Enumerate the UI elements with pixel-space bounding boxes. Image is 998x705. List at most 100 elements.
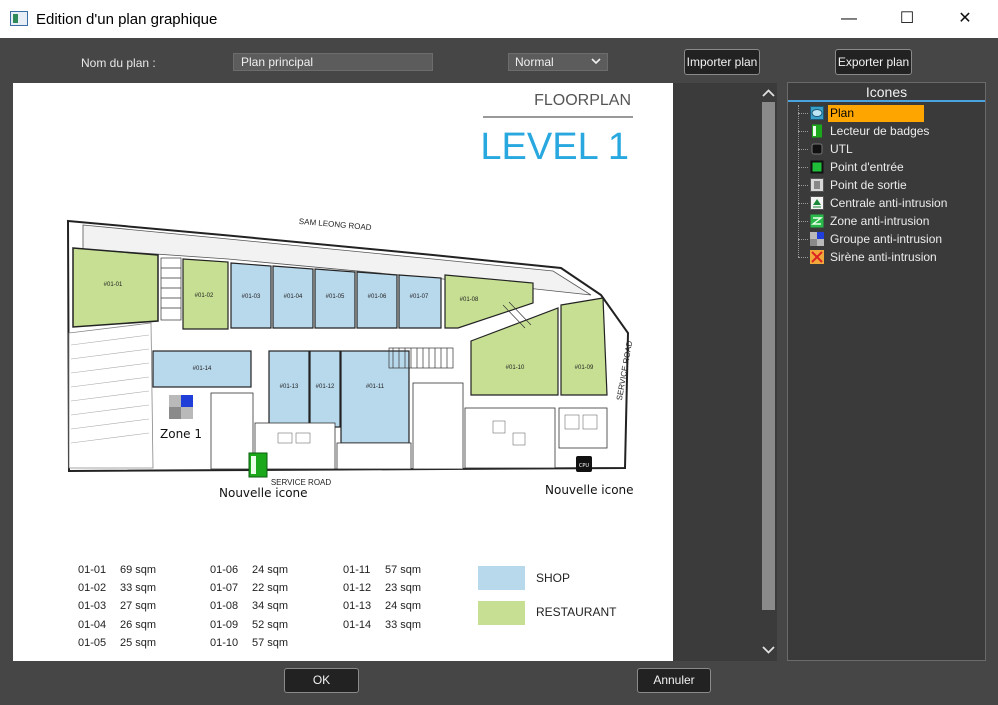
area-size: 23 sqm xyxy=(385,582,422,594)
plan-canvas[interactable]: FLOORPLAN LEVEL 1 SAM LEONG ROAD #01-01 … xyxy=(13,83,673,661)
tree-dash xyxy=(798,203,808,204)
area-size: 57 sqm xyxy=(252,637,289,649)
badge-reader-icon[interactable] xyxy=(248,452,268,478)
maximize-button[interactable]: ☐ xyxy=(884,0,930,38)
area-id: 01-14 xyxy=(343,619,372,631)
area-row: 01-01 69 sqm xyxy=(78,564,156,576)
area-row: 01-10 57 sqm xyxy=(210,637,288,649)
badge-reader-icon xyxy=(812,124,822,138)
area-row: 01-13 24 sqm xyxy=(343,600,421,612)
title-bar: Edition d'un plan graphique — ☐ ✕ xyxy=(0,0,998,38)
area-id: 01-06 xyxy=(210,564,239,576)
mode-select[interactable]: Normal xyxy=(508,53,608,71)
chevron-down-icon xyxy=(591,58,601,65)
area-row: 01-11 57 sqm xyxy=(343,564,421,576)
area-id: 01-13 xyxy=(343,600,372,612)
unit-01-07[interactable] xyxy=(398,274,442,329)
tree-dash xyxy=(798,167,808,168)
close-button[interactable]: ✕ xyxy=(942,0,988,38)
unit-label-01-02: #01-02 xyxy=(195,293,214,299)
ok-button[interactable]: OK xyxy=(284,668,359,693)
area-size: 34 sqm xyxy=(252,600,289,612)
tree-item-intrusion-zone[interactable]: Zone anti-intrusion xyxy=(798,213,984,230)
intrusion-central-icon xyxy=(810,196,824,210)
tree-item-label: UTL xyxy=(830,142,853,156)
tree-dash xyxy=(798,113,808,114)
tree-item-label: Zone anti-intrusion xyxy=(830,214,930,228)
tree-item-label: Sirène anti-intrusion xyxy=(830,250,937,264)
tree-item-utl[interactable]: UTL xyxy=(798,141,984,158)
area-row: 01-06 24 sqm xyxy=(210,564,288,576)
cpu-icon[interactable]: CPU xyxy=(576,456,592,472)
legend-restaurant-swatch xyxy=(478,601,525,625)
tree-item-intrusion-group[interactable]: Groupe anti-intrusion xyxy=(798,231,984,248)
unit-label-01-09: #01-09 xyxy=(575,365,594,371)
tree-dash xyxy=(798,239,808,240)
area-id: 01-01 xyxy=(78,564,107,576)
scrollbar-thumb[interactable] xyxy=(762,102,775,610)
area-id: 01-03 xyxy=(78,600,107,612)
area-row: 01-09 52 sqm xyxy=(210,619,288,631)
area-id: 01-02 xyxy=(78,582,107,594)
zone-icon[interactable] xyxy=(169,395,193,419)
plan-icon xyxy=(810,106,824,120)
road-label-top: SAM LEONG ROAD xyxy=(299,217,373,232)
area-row: 01-12 23 sqm xyxy=(343,582,421,594)
unit-label-01-13: #01-13 xyxy=(280,384,299,390)
tree-dash xyxy=(798,131,808,132)
area-size: 25 sqm xyxy=(120,637,157,649)
minimize-button[interactable]: — xyxy=(826,0,872,38)
plan-name-input[interactable]: Plan principal xyxy=(233,53,433,71)
tree-item-siren[interactable]: Sirène anti-intrusion xyxy=(798,249,984,266)
mode-select-value: Normal xyxy=(515,55,554,69)
legend-shop-swatch xyxy=(478,566,525,590)
tree-dash xyxy=(798,149,808,150)
app-icon xyxy=(10,11,28,26)
area-row: 01-07 22 sqm xyxy=(210,582,288,594)
export-plan-button[interactable]: Exporter plan xyxy=(835,49,912,75)
area-size: 33 sqm xyxy=(120,582,157,594)
zone-label: Zone 1 xyxy=(160,427,202,441)
unit-01-06[interactable] xyxy=(356,271,398,329)
unit-label-01-03: #01-03 xyxy=(242,294,261,300)
intrusion-zone-icon xyxy=(810,214,824,228)
area-row: 01-03 27 sqm xyxy=(78,600,156,612)
tree-item-intrusion-central[interactable]: Centrale anti-intrusion xyxy=(798,195,984,212)
legend-shop-label: SHOP xyxy=(536,571,570,585)
area-id: 01-12 xyxy=(343,582,372,594)
scroll-down-icon[interactable] xyxy=(760,641,777,658)
tree-dash xyxy=(798,221,808,222)
area-id: 01-10 xyxy=(210,637,239,649)
tree-item-badge-reader[interactable]: Lecteur de badges xyxy=(798,123,984,140)
unit-label-01-01: #01-01 xyxy=(104,282,123,288)
area-id: 01-09 xyxy=(210,619,239,631)
import-plan-button[interactable]: Importer plan xyxy=(684,49,760,75)
cancel-button[interactable]: Annuler xyxy=(637,668,711,693)
legend-restaurant-label: RESTAURANT xyxy=(536,605,617,619)
area-id: 01-08 xyxy=(210,600,239,612)
area-row: 01-14 33 sqm xyxy=(343,619,421,631)
area-size: 24 sqm xyxy=(385,600,422,612)
tree-item-exit-point[interactable]: Point de sortie xyxy=(798,177,984,194)
exit-point-icon xyxy=(810,178,824,192)
area-size: 26 sqm xyxy=(120,619,157,631)
unit-01-09[interactable] xyxy=(560,297,608,396)
area-size: 52 sqm xyxy=(252,619,289,631)
tree-dash xyxy=(798,257,808,258)
area-id: 01-07 xyxy=(210,582,239,594)
dialog-body: Nom du plan : Plan principal Normal Impo… xyxy=(0,38,998,705)
area-row: 01-04 26 sqm xyxy=(78,619,156,631)
tree-item-label: Point de sortie xyxy=(830,178,907,192)
area-id: 01-05 xyxy=(78,637,107,649)
tree-item-entry-point[interactable]: Point d'entrée xyxy=(798,159,984,176)
floorplan-caption: FLOORPLAN xyxy=(534,92,631,109)
scroll-up-icon[interactable] xyxy=(760,85,777,102)
area-id: 01-04 xyxy=(78,619,107,631)
area-row: 01-02 33 sqm xyxy=(78,582,156,594)
icons-panel-title: Icones xyxy=(788,83,985,102)
unit-label-01-11: #01-11 xyxy=(366,384,385,390)
tree-item-plan[interactable]: Plan xyxy=(798,105,984,122)
unit-label-01-04: #01-04 xyxy=(284,294,303,300)
unit-label-01-14: #01-14 xyxy=(193,366,212,372)
tree-dash xyxy=(798,185,808,186)
